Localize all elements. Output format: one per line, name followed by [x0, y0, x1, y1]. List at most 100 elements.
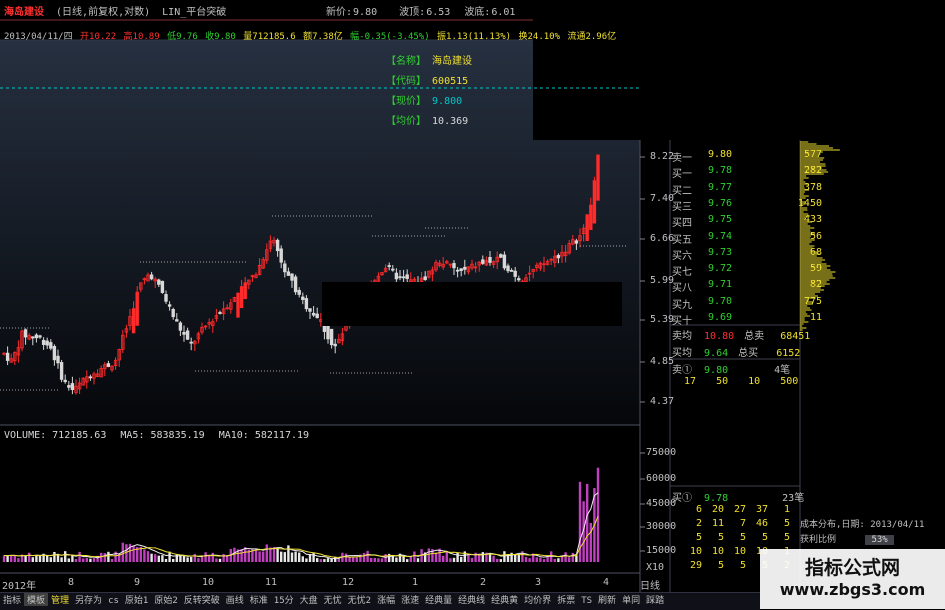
candle-body [149, 274, 154, 280]
volume-bar [384, 554, 387, 562]
volume-bar [528, 558, 531, 562]
candle-body [279, 248, 283, 263]
volume-bar [460, 556, 463, 562]
candle-body [160, 280, 165, 293]
indicator-tab[interactable]: 单同 [619, 593, 643, 606]
indicator-tab[interactable]: cs [105, 596, 122, 606]
stock-name[interactable]: 海岛建设 [4, 7, 44, 18]
candle-body [275, 239, 280, 252]
wave-top-label: 波顶: [399, 7, 426, 18]
volume-header: VOLUME: 712185.63 MA5: 583835.19 MA10: 5… [4, 430, 309, 441]
queue-item: 50 [716, 376, 729, 387]
indicator-tab[interactable]: 画线 [223, 593, 247, 606]
candle-body [283, 263, 287, 273]
volume-tick: 15000 [646, 545, 677, 556]
volume-bar [182, 555, 186, 562]
volume-bar [575, 555, 578, 562]
indicator-tab[interactable]: 无忧2 [345, 593, 374, 606]
indicator-tab[interactable]: 均价界 [521, 593, 554, 606]
volume-bar [265, 544, 268, 562]
indicator-tab-bar: 指标 模板 管理 另存为 cs 原始1 原始2 反转突破 画线 标准 15分 大盘 无忧 无忧2 涨幅 涨速经… [0, 592, 760, 610]
indicator-tab[interactable]: 原始1 [122, 593, 151, 606]
candle-body [293, 276, 298, 293]
volume-bar [146, 551, 150, 562]
volume-bar [406, 559, 409, 562]
candle-body [326, 323, 330, 340]
volume-bar [434, 552, 438, 562]
order-level-label: 买一 [672, 169, 692, 181]
volume-bar [323, 559, 326, 562]
chart-header: 海岛建设 (日线,前复权,对数) LIN_平台突破 [4, 3, 232, 18]
indicator-tab[interactable]: 指标 [0, 593, 24, 606]
price-tick: 8.22 [650, 151, 675, 162]
new-price-label: 新价: [326, 7, 353, 18]
indicator-tab[interactable]: TS [578, 596, 595, 606]
volume-bar [107, 551, 110, 562]
volume-bar [28, 552, 31, 562]
volume-bar [272, 546, 276, 562]
candle-body [574, 240, 579, 244]
indicator-tab[interactable]: 反转突破 [181, 593, 223, 606]
volume-bar [13, 555, 16, 562]
indicator-tab[interactable]: 标准 [247, 593, 271, 606]
volume-bar [190, 556, 193, 562]
sell1-detail-price: 9.80 [704, 365, 729, 376]
candle-body [182, 331, 186, 335]
candle-body [189, 341, 193, 344]
candle-body [45, 340, 49, 346]
volume-bar [542, 559, 546, 562]
period-label[interactable]: 日线 [640, 577, 660, 592]
indicator-tab[interactable]: 无忧 [321, 593, 345, 606]
indicator-tab[interactable]: 模板 [24, 593, 49, 606]
indicator-tab[interactable]: 经典黄 [488, 593, 521, 606]
indicator-tab[interactable]: 管理 [48, 593, 72, 606]
volume-bar [200, 556, 204, 562]
candle-body [459, 268, 463, 272]
volume-bar [280, 551, 283, 562]
queue-item: 46 [755, 518, 768, 529]
candle-body [499, 254, 503, 258]
volume-bar [254, 549, 258, 562]
candle-body [171, 308, 175, 318]
indicator-name[interactable]: LIN_平台突破 [162, 7, 226, 18]
queue-item: 7 [739, 518, 746, 529]
order-price: 9.70 [708, 295, 733, 307]
volume-bar [316, 558, 319, 562]
indicator-tab[interactable]: 经典量 [422, 593, 455, 606]
candle-body [387, 265, 391, 267]
total-buy-value: 6152 [776, 348, 801, 359]
volume-bar [154, 554, 157, 562]
indicator-tab[interactable]: 经典线 [455, 593, 488, 606]
candle-body [157, 279, 161, 285]
volume-bar [258, 551, 261, 562]
order-price: 9.73 [708, 246, 733, 258]
volume-tick: 30000 [646, 521, 677, 532]
queue-item: 5 [783, 532, 790, 543]
volume-bar [535, 557, 538, 562]
indicator-tab[interactable]: 原始2 [151, 593, 180, 606]
volume-bar [524, 556, 528, 562]
indicator-tab[interactable]: 拆票 [554, 593, 578, 606]
indicator-tab[interactable]: 大盘 [297, 593, 321, 606]
volume-tick: 60000 [646, 473, 677, 484]
indicator-tab[interactable]: 刷新 [595, 593, 619, 606]
indicator-tab[interactable]: 踩踏 [643, 593, 667, 606]
candle-body [513, 270, 517, 277]
volume-bar [46, 555, 49, 562]
buy-avg-label: 买均 [672, 348, 692, 359]
indicator-tab[interactable]: 15分 [271, 593, 297, 606]
info-row-price: 【现价】 9.800 [386, 92, 526, 112]
volume-bar [193, 553, 196, 562]
volume-bar [564, 552, 567, 562]
top-right-block [533, 0, 945, 140]
indicator-tab[interactable]: 涨幅 [374, 593, 398, 606]
info-value: 9.800 [432, 96, 463, 107]
volume-bar [514, 554, 517, 562]
volume-bar [283, 552, 286, 562]
indicator-tab[interactable]: 涨速 [398, 593, 422, 606]
volume-bar [204, 552, 207, 562]
volume-bar [488, 553, 492, 562]
volume-bar [53, 551, 56, 562]
quote-turnover: 换24.10% [518, 32, 561, 42]
indicator-tab[interactable]: 另存为 [72, 593, 105, 606]
